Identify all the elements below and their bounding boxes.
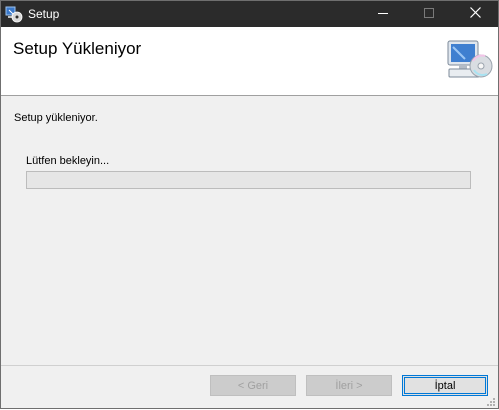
title-bar[interactable]: Setup <box>1 1 498 27</box>
close-button[interactable] <box>452 1 498 27</box>
minimize-icon <box>378 7 388 21</box>
computer-cd-icon <box>445 39 493 83</box>
resize-grip-icon[interactable] <box>485 396 496 407</box>
footer-divider <box>1 365 498 366</box>
maximize-icon <box>424 7 434 21</box>
close-icon <box>469 7 481 21</box>
status-text: Setup yükleniyor. <box>14 112 98 124</box>
setup-app-icon <box>5 5 23 23</box>
progress-bar <box>26 171 471 189</box>
back-button[interactable]: < Geri <box>210 375 296 396</box>
minimize-button[interactable] <box>360 1 406 27</box>
page-title: Setup Yükleniyor <box>13 39 142 58</box>
setup-window: Setup Setup Yükleniyor Setup yükleniyor.… <box>0 0 499 409</box>
cancel-button[interactable]: İptal <box>402 375 488 396</box>
next-button[interactable]: İleri > <box>306 375 392 396</box>
window-title: Setup <box>28 7 60 21</box>
cancel-button-label: İptal <box>404 377 486 394</box>
maximize-button[interactable] <box>406 1 452 27</box>
wait-label: Lütfen bekleyin... <box>26 155 110 167</box>
header-banner: Setup Yükleniyor <box>1 27 498 96</box>
